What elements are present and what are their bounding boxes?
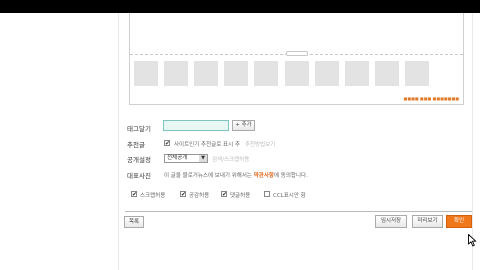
sympathy-allow-checkbox[interactable]: ✔ xyxy=(180,191,186,198)
photo-thumbnail[interactable] xyxy=(375,61,399,86)
publish-button[interactable]: 확인 xyxy=(446,215,472,228)
photo-thumbnail[interactable] xyxy=(285,61,309,86)
photo-thumbnail[interactable] xyxy=(315,61,339,86)
photo-thumbnail[interactable] xyxy=(164,61,188,86)
blog-editor-screen: ■■■■ ■■■ ■■■■■■■ 태그달기 + 추가 추천글 ✔ 사이트인기 추… xyxy=(0,13,480,270)
mouse-pointer-icon xyxy=(468,234,477,247)
visibility-hint: 검색/스크랩허용 xyxy=(212,157,250,163)
ccl-checkbox[interactable] xyxy=(264,191,270,197)
license-text: 이 글을 블로거뉴스에 보내기 위해서는 약관사항에 동의합니다. xyxy=(164,171,308,179)
photo-thumbnail[interactable] xyxy=(254,61,278,86)
license-terms-link[interactable]: 약관사항 xyxy=(254,173,274,179)
photo-thumbnail[interactable] xyxy=(345,61,369,86)
license-label: 대표사진 xyxy=(127,172,151,180)
comment-allow-label: 댓글허용 xyxy=(230,193,251,199)
scrap-allow-label: 스크랩허용 xyxy=(140,193,166,199)
visibility-label: 공개설정 xyxy=(127,156,151,164)
tag-input[interactable] xyxy=(163,120,229,131)
license-text-end: 에 동의합니다. xyxy=(273,173,308,179)
tag-label: 태그달기 xyxy=(127,125,151,133)
recommend-option-text: 사이트인기 추천글로 표시 추 xyxy=(174,142,240,148)
visibility-selected-value: 전체공개 xyxy=(167,155,188,161)
save-draft-button[interactable]: 임시저장 xyxy=(375,215,407,228)
chevron-down-icon: ▼ xyxy=(199,155,207,162)
recommend-checkbox[interactable]: ✔ xyxy=(164,140,170,147)
ccl-label: CCL표시안 함 xyxy=(273,193,306,199)
visibility-select[interactable]: 전체공개 ▼ xyxy=(164,154,208,163)
photo-thumbnail[interactable] xyxy=(194,61,218,86)
photo-thumbnail[interactable] xyxy=(134,61,158,86)
preview-button[interactable]: 미리보기 xyxy=(412,215,443,228)
editor-area[interactable]: ■■■■ ■■■ ■■■■■■■ xyxy=(129,13,464,105)
comment-allow-checkbox[interactable]: ✔ xyxy=(221,191,227,198)
left-guide-line xyxy=(118,13,119,270)
photo-thumbnail[interactable] xyxy=(405,61,429,86)
scrap-allow-checkbox[interactable]: ✔ xyxy=(131,191,137,198)
resize-handle[interactable] xyxy=(286,51,308,56)
right-guide-line xyxy=(472,13,473,270)
sympathy-allow-label: 공감허용 xyxy=(189,193,210,199)
tag-add-button[interactable]: + 추가 xyxy=(232,120,255,131)
photo-thumbnail[interactable] xyxy=(224,61,248,86)
recommend-hint-link[interactable]: 추천방법보기 xyxy=(245,140,275,148)
footer-divider xyxy=(125,211,472,212)
recommend-label: 추천글 xyxy=(127,141,145,149)
editor-status-text: ■■■■ ■■■ ■■■■■■■ xyxy=(403,96,459,101)
list-button[interactable]: 목록 xyxy=(124,216,144,228)
license-text-start: 이 글을 블로거뉴스에 보내기 위해서는 xyxy=(164,173,252,179)
